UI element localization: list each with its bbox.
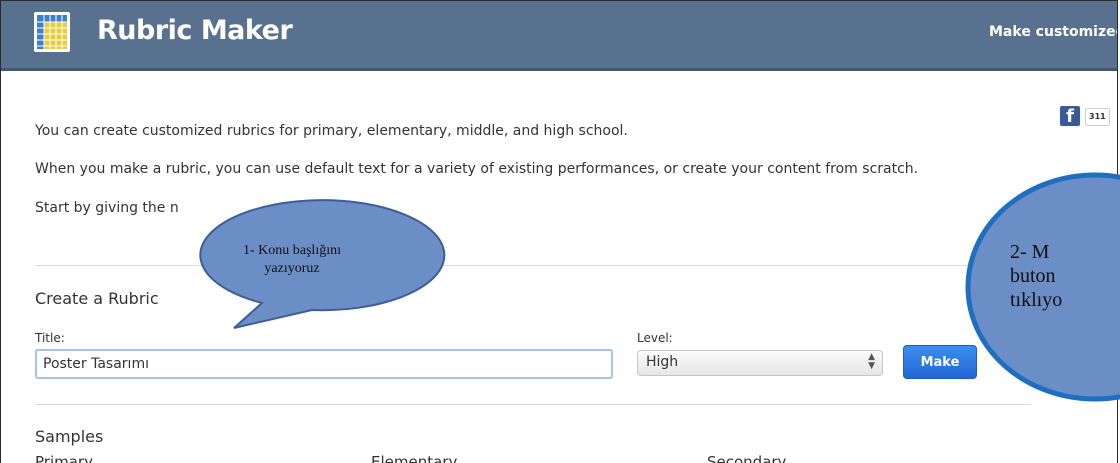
intro-text-1: You can create customized rubrics for pr… [35, 123, 628, 139]
make-button[interactable]: Make [903, 345, 977, 379]
divider [35, 265, 1031, 266]
title-input[interactable] [35, 349, 613, 379]
level-select-value: High [646, 354, 679, 370]
header-tagline: Make customized [989, 24, 1118, 40]
select-arrows-icon: ▲ ▼ [868, 352, 875, 371]
samples-heading: Samples [35, 427, 104, 446]
samples-column-secondary[interactable]: Secondary [707, 453, 786, 463]
title-label: Title: [35, 331, 65, 345]
facebook-share-count: 311 [1085, 108, 1110, 126]
samples-column-primary[interactable]: Primary [35, 453, 93, 463]
samples-column-elementary[interactable]: Elementary [371, 453, 457, 463]
intro-text-2: When you make a rubric, you can use defa… [35, 161, 919, 177]
create-rubric-heading: Create a Rubric [35, 289, 159, 308]
callout-2-text: 2- M buton tıklıyo [1010, 241, 1063, 311]
app-title[interactable]: Rubric Maker [97, 15, 293, 46]
level-select[interactable]: High ▲ ▼ [637, 350, 883, 376]
app-header: Rubric Maker Make customized [1, 1, 1117, 71]
level-label: Level: [637, 331, 673, 345]
facebook-icon[interactable]: f [1060, 106, 1080, 127]
rubric-grid-logo-icon [34, 12, 70, 52]
intro-text-3: Start by giving the n [35, 200, 179, 216]
divider [35, 404, 1031, 405]
app-window: Rubric Maker Make customized f 311 You c… [0, 0, 1118, 463]
callout-1-text: 1- Konu başlığını yazıyoruz [243, 243, 341, 276]
